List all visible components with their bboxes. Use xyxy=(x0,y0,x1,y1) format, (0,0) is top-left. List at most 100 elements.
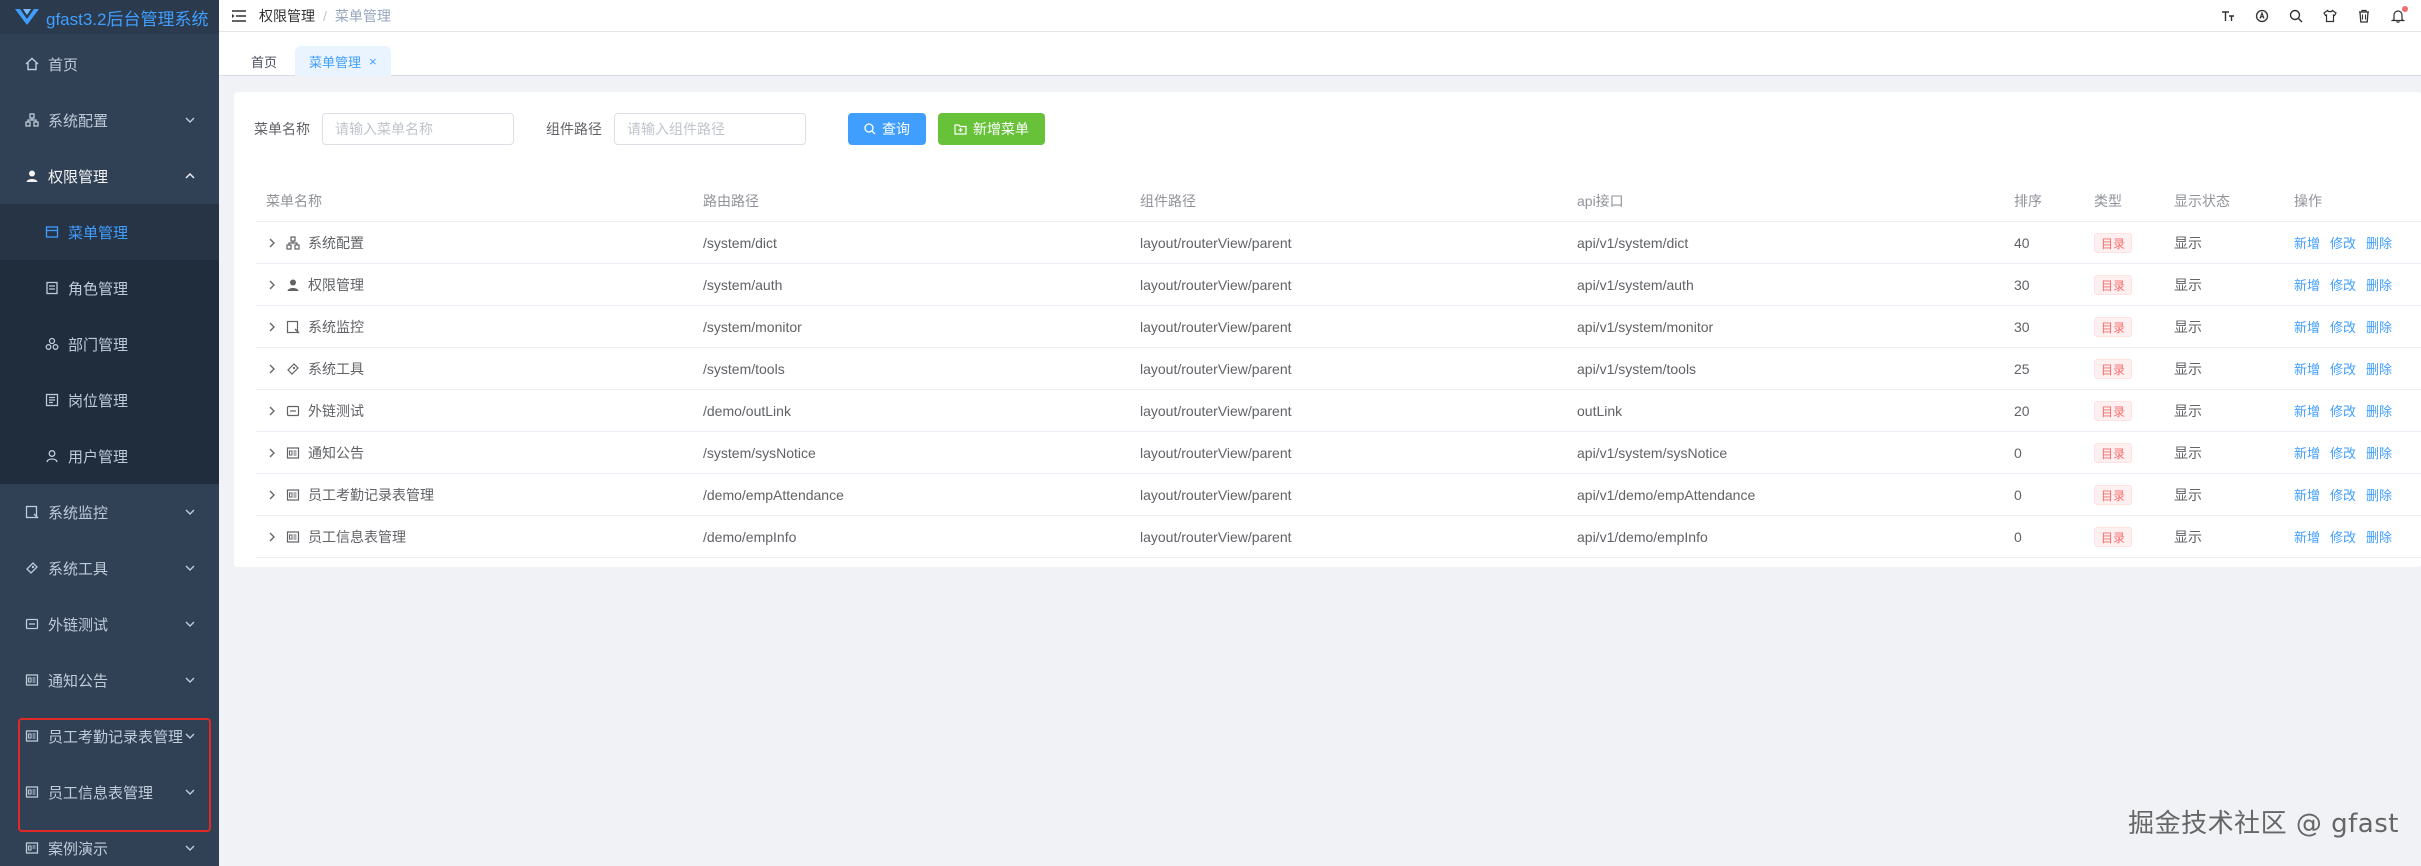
cell-component-path: layout/routerView/parent xyxy=(1140,276,1292,293)
add-link[interactable]: 新增 xyxy=(2294,317,2320,336)
chevron-right-icon[interactable] xyxy=(266,489,278,501)
cell-component-path: layout/routerView/parent xyxy=(1140,528,1292,545)
search-icon[interactable] xyxy=(2289,9,2303,23)
query-button[interactable]: 查询 xyxy=(848,113,926,145)
theme-shirt-icon[interactable] xyxy=(2323,9,2337,23)
sidebar-item-emp-attendance[interactable]: 员工考勤记录表管理 xyxy=(0,708,219,764)
edit-link[interactable]: 修改 xyxy=(2330,317,2356,336)
delete-link[interactable]: 删除 xyxy=(2366,275,2392,294)
add-link[interactable]: 新增 xyxy=(2294,485,2320,504)
cell-display-status: 显示 xyxy=(2174,444,2202,461)
edit-link[interactable]: 修改 xyxy=(2330,359,2356,378)
chevron-up-icon xyxy=(185,173,195,179)
chevron-down-icon xyxy=(185,733,195,739)
breadcrumb-parent[interactable]: 权限管理 xyxy=(259,6,315,26)
close-icon[interactable]: × xyxy=(369,54,377,69)
add-link[interactable]: 新增 xyxy=(2294,443,2320,462)
cell-component-path: layout/routerView/parent xyxy=(1140,402,1292,419)
sidebar-item-system-config[interactable]: 系统配置 xyxy=(0,92,219,148)
sidebar-item-menu-management[interactable]: 菜单管理 xyxy=(0,204,219,260)
hamburger-icon[interactable] xyxy=(232,9,246,22)
monitor-icon xyxy=(286,320,300,333)
delete-link[interactable]: 删除 xyxy=(2366,527,2392,546)
header-type: 类型 xyxy=(2094,192,2122,209)
cell-type: 目录 xyxy=(2084,484,2164,505)
sidebar-item-notice[interactable]: 通知公告 xyxy=(0,652,219,708)
delete-link[interactable]: 删除 xyxy=(2366,443,2392,462)
chevron-right-icon[interactable] xyxy=(266,321,278,333)
add-link[interactable]: 新增 xyxy=(2294,275,2320,294)
add-link[interactable]: 新增 xyxy=(2294,527,2320,546)
notice-icon xyxy=(286,446,300,459)
component-path-input[interactable] xyxy=(614,113,806,145)
cell-route-path: /system/monitor xyxy=(703,318,802,335)
tab-home[interactable]: 首页 xyxy=(237,46,291,76)
font-size-icon[interactable] xyxy=(2221,9,2235,23)
edit-link[interactable]: 修改 xyxy=(2330,527,2356,546)
notification-bell[interactable] xyxy=(2390,6,2408,23)
chevron-right-icon[interactable] xyxy=(266,237,278,249)
folder-add-icon xyxy=(954,124,967,135)
header-sort: 排序 xyxy=(2014,192,2042,209)
breadcrumb-separator: / xyxy=(323,7,327,24)
cell-sort: 0 xyxy=(2014,486,2022,503)
app-logo[interactable]: gfast3.2后台管理系统 xyxy=(0,0,219,34)
cell-operations: 新增 修改 删除 xyxy=(2284,527,2421,546)
edit-link[interactable]: 修改 xyxy=(2330,275,2356,294)
chevron-right-icon[interactable] xyxy=(266,363,278,375)
type-badge: 目录 xyxy=(2094,400,2133,421)
cell-route-path: /demo/empInfo xyxy=(703,528,797,545)
type-badge: 目录 xyxy=(2094,232,2133,253)
table-row: 外链测试/demo/outLink layout/routerView/paren… xyxy=(256,390,2421,432)
edit-link[interactable]: 修改 xyxy=(2330,233,2356,252)
add-link[interactable]: 新增 xyxy=(2294,233,2320,252)
sidebar-item-link-test[interactable]: 外链测试 xyxy=(0,596,219,652)
sidebar-item-role-management[interactable]: 角色管理 xyxy=(0,260,219,316)
edit-link[interactable]: 修改 xyxy=(2330,485,2356,504)
cell-api: api/v1/system/sysNotice xyxy=(1577,444,1728,461)
chevron-down-icon xyxy=(185,789,195,795)
menu-name-label: 菜单名称 xyxy=(254,121,310,137)
chevron-right-icon[interactable] xyxy=(266,531,278,543)
delete-link[interactable]: 删除 xyxy=(2366,317,2392,336)
header-menu-name: 菜单名称 xyxy=(266,192,322,209)
delete-link[interactable]: 删除 xyxy=(2366,401,2392,420)
sidebar-item-demo[interactable]: 案例演示 xyxy=(0,820,219,866)
chevron-right-icon[interactable] xyxy=(266,405,278,417)
sidebar-item-system-tools[interactable]: 系统工具 xyxy=(0,540,219,596)
list-icon xyxy=(24,840,40,856)
menu-name-input[interactable] xyxy=(322,113,514,145)
sidebar-item-permission[interactable]: 权限管理 xyxy=(0,148,219,204)
table-row: 员工信息表管理/demo/empInfo layout/routerView/pa… xyxy=(256,516,2421,558)
cell-component-path: layout/routerView/parent xyxy=(1140,318,1292,335)
sidebar-item-system-monitor[interactable]: 系统监控 xyxy=(0,484,219,540)
tab-menu-management[interactable]: 菜单管理 × xyxy=(295,46,391,76)
tools-icon xyxy=(24,560,40,576)
cell-sort: 0 xyxy=(2014,528,2022,545)
sidebar-item-user-management[interactable]: 用户管理 xyxy=(0,428,219,484)
cell-menu-name: 外链测试 xyxy=(256,401,693,421)
menu-name-text: 员工信息表管理 xyxy=(308,528,406,545)
delete-link[interactable]: 删除 xyxy=(2366,359,2392,378)
edit-link[interactable]: 修改 xyxy=(2330,401,2356,420)
delete-link[interactable]: 删除 xyxy=(2366,485,2392,504)
add-link[interactable]: 新增 xyxy=(2294,401,2320,420)
trash-icon[interactable] xyxy=(2357,9,2371,23)
sidebar-item-label: 员工考勤记录表管理 xyxy=(48,728,184,746)
sidebar-item-emp-info[interactable]: 员工信息表管理 xyxy=(0,764,219,820)
cell-route-path: /system/sysNotice xyxy=(703,444,816,461)
sidebar-item-department-management[interactable]: 部门管理 xyxy=(0,316,219,372)
chevron-right-icon[interactable] xyxy=(266,447,278,459)
chevron-right-icon[interactable] xyxy=(266,279,278,291)
search-form: 菜单名称 组件路径 查询 新增菜单 xyxy=(254,112,1057,146)
delete-link[interactable]: 删除 xyxy=(2366,233,2392,252)
add-menu-button-label: 新增菜单 xyxy=(973,121,1029,137)
sidebar-item-label: 岗位管理 xyxy=(68,392,129,410)
edit-link[interactable]: 修改 xyxy=(2330,443,2356,462)
sidebar-item-home[interactable]: 首页 xyxy=(0,36,219,92)
language-icon[interactable] xyxy=(2255,9,2269,23)
add-menu-button[interactable]: 新增菜单 xyxy=(938,113,1045,145)
sidebar-item-post-management[interactable]: 岗位管理 xyxy=(0,372,219,428)
add-link[interactable]: 新增 xyxy=(2294,359,2320,378)
type-badge: 目录 xyxy=(2094,442,2133,463)
